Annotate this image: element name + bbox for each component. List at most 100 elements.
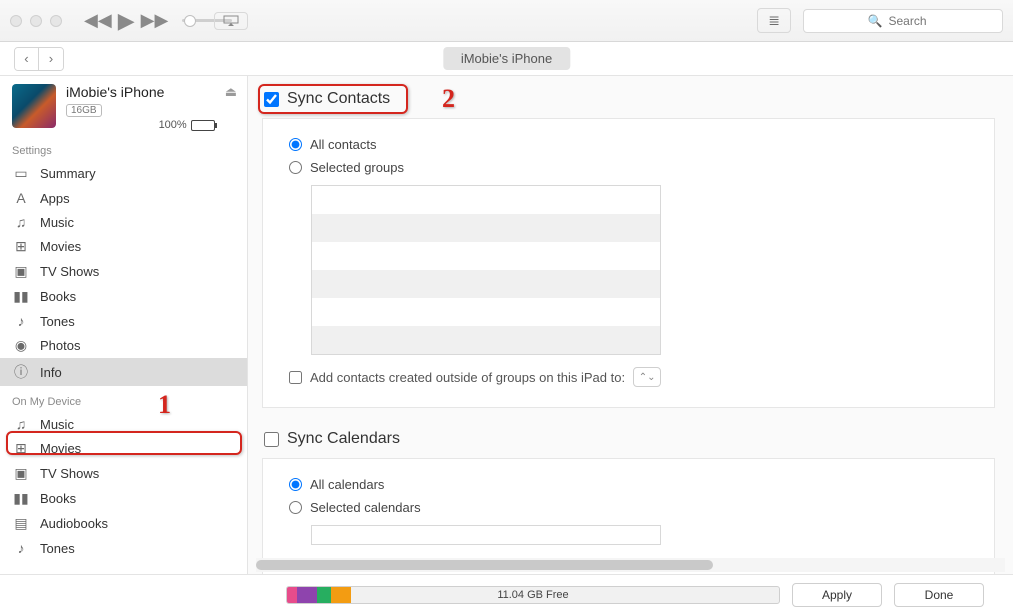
sidebar-item-tv-shows[interactable]: ▣ TV Shows xyxy=(0,461,247,486)
sidebar-item-tones[interactable]: ♪ Tones xyxy=(0,309,247,333)
sync-contacts-panel: All contacts Selected groups Add contact… xyxy=(262,118,995,408)
window-traffic-lights xyxy=(10,15,62,27)
contacts-all-row[interactable]: All contacts xyxy=(283,135,974,158)
device-name: iMobie's iPhone xyxy=(66,84,215,100)
sidebar-item-audiobooks[interactable]: ▤Audiobooks xyxy=(0,511,247,536)
sidebar-item-label: Books xyxy=(40,289,76,304)
movies-icon: ⊞ xyxy=(12,238,30,255)
calendars-selected-radio[interactable] xyxy=(289,501,302,514)
battery-percent: 100% xyxy=(159,119,187,131)
search-field[interactable]: 🔍 xyxy=(803,9,1003,33)
tv-shows-icon: ▣ xyxy=(12,263,30,280)
device-pill[interactable]: iMobie's iPhone xyxy=(443,47,570,70)
sidebar-item-books[interactable]: ▮▮ Books xyxy=(0,486,247,511)
sidebar-item-label: TV Shows xyxy=(40,466,99,481)
sync-contacts-title: Sync Contacts xyxy=(287,90,390,108)
contacts-all-label: All contacts xyxy=(310,137,376,152)
nav-back-button[interactable]: ‹ xyxy=(15,48,39,70)
calendars-groups-list[interactable] xyxy=(311,525,661,545)
sidebar-item-label: TV Shows xyxy=(40,264,99,279)
main-content: 2 Sync Contacts All contacts Selected gr… xyxy=(248,76,1013,574)
traffic-max[interactable] xyxy=(50,15,62,27)
device-header: iMobie's iPhone 16GB 100% ⏏ xyxy=(0,76,247,135)
sidebar-item-photos[interactable]: ◉Photos xyxy=(0,333,247,358)
sidebar-item-info[interactable]: ⓘ Info xyxy=(0,358,247,386)
footer: 11.04 GB Free Apply Done xyxy=(0,574,1013,614)
sidebar-item-music[interactable]: ♫ Music xyxy=(0,412,247,436)
calendars-all-label: All calendars xyxy=(310,477,384,492)
calendars-selected-row[interactable]: Selected calendars xyxy=(283,498,974,521)
nav-back-forward: ‹ › xyxy=(14,47,64,71)
books-icon: ▮▮ xyxy=(12,288,30,305)
play-icon[interactable]: ▶ xyxy=(118,8,135,34)
nav-forward-button[interactable]: › xyxy=(39,48,63,70)
sidebar-item-label: Tones xyxy=(40,314,75,329)
sidebar-item-books[interactable]: ▮▮ Books xyxy=(0,284,247,309)
info-icon: ⓘ xyxy=(12,362,30,382)
sidebar-item-summary[interactable]: ▭Summary xyxy=(0,161,247,186)
nav-subbar: ‹ › iMobie's iPhone xyxy=(0,42,1013,76)
traffic-close[interactable] xyxy=(10,15,22,27)
tones-icon: ♪ xyxy=(12,313,30,329)
sidebar-item-movies[interactable]: ⊞Movies xyxy=(0,234,247,259)
list-view-button[interactable]: ≣ xyxy=(757,8,791,33)
capacity-bar: 11.04 GB Free xyxy=(286,586,780,604)
apps-icon: A xyxy=(12,190,30,206)
sidebar-item-apps[interactable]: A Apps xyxy=(0,186,247,210)
traffic-min[interactable] xyxy=(30,15,42,27)
sync-calendars-checkbox[interactable] xyxy=(264,432,279,447)
sidebar-item-label: Music xyxy=(40,417,74,432)
audiobooks-icon: ▤ xyxy=(12,515,30,532)
sidebar-item-tv-shows[interactable]: ▣ TV Shows xyxy=(0,259,247,284)
search-input[interactable] xyxy=(888,14,938,28)
sidebar-item-label: Books xyxy=(40,491,76,506)
contacts-selected-label: Selected groups xyxy=(310,160,404,175)
apply-button[interactable]: Apply xyxy=(792,583,882,607)
sidebar-section-settings: Settings xyxy=(0,135,247,161)
done-button[interactable]: Done xyxy=(894,583,984,607)
next-track-icon[interactable]: ▶▶ xyxy=(141,10,169,31)
calendars-all-radio[interactable] xyxy=(289,478,302,491)
sidebar-item-label: Photos xyxy=(40,338,80,353)
airplay-button[interactable] xyxy=(214,12,248,30)
contacts-selected-radio[interactable] xyxy=(289,161,302,174)
contacts-all-radio[interactable] xyxy=(289,138,302,151)
contacts-selected-row[interactable]: Selected groups xyxy=(283,158,974,181)
sidebar-item-music[interactable]: ♫ Music xyxy=(0,210,247,234)
books-icon: ▮▮ xyxy=(12,490,30,507)
sidebar-item-label: Summary xyxy=(40,166,96,181)
sync-contacts-checkbox[interactable] xyxy=(264,92,279,107)
sidebar-item-label: Info xyxy=(40,365,62,380)
sidebar-section-on-device: On My Device xyxy=(0,386,247,412)
sidebar-item-label: Apps xyxy=(40,191,70,206)
horizontal-scrollbar[interactable] xyxy=(256,558,1005,572)
sync-contacts-header: Sync Contacts xyxy=(264,90,995,108)
music-icon: ♫ xyxy=(12,416,30,432)
add-outside-label: Add contacts created outside of groups o… xyxy=(310,370,625,385)
sync-calendars-title: Sync Calendars xyxy=(287,430,400,448)
prev-track-icon[interactable]: ◀◀ xyxy=(84,10,112,31)
calendars-selected-label: Selected calendars xyxy=(310,500,421,515)
sidebar-item-label: Music xyxy=(40,215,74,230)
movies-icon: ⊞ xyxy=(12,440,30,457)
calendars-all-row[interactable]: All calendars xyxy=(283,475,974,498)
battery-icon xyxy=(191,120,215,131)
add-outside-checkbox[interactable] xyxy=(289,371,302,384)
sync-calendars-header: Sync Calendars xyxy=(264,430,995,448)
sync-calendars-panel: All calendars Selected calendars xyxy=(262,458,995,574)
top-toolbar: ◀◀ ▶ ▶▶ ≣ 🔍 xyxy=(0,0,1013,42)
sidebar: iMobie's iPhone 16GB 100% ⏏ Settings ▭Su… xyxy=(0,76,248,574)
contacts-groups-list[interactable] xyxy=(311,185,661,355)
add-outside-select[interactable]: ⌃⌄ xyxy=(633,367,661,387)
sidebar-item-movies[interactable]: ⊞Movies xyxy=(0,436,247,461)
tones-icon: ♪ xyxy=(12,540,30,556)
sidebar-item-label: Tones xyxy=(40,541,75,556)
sidebar-item-tones[interactable]: ♪ Tones xyxy=(0,536,247,560)
volume-slider[interactable] xyxy=(182,15,196,27)
playback-controls: ◀◀ ▶ ▶▶ xyxy=(84,8,168,34)
music-icon: ♫ xyxy=(12,214,30,230)
eject-icon[interactable]: ⏏ xyxy=(225,84,237,100)
tv-shows-icon: ▣ xyxy=(12,465,30,482)
device-thumbnail xyxy=(12,84,56,128)
search-icon: 🔍 xyxy=(868,14,883,28)
